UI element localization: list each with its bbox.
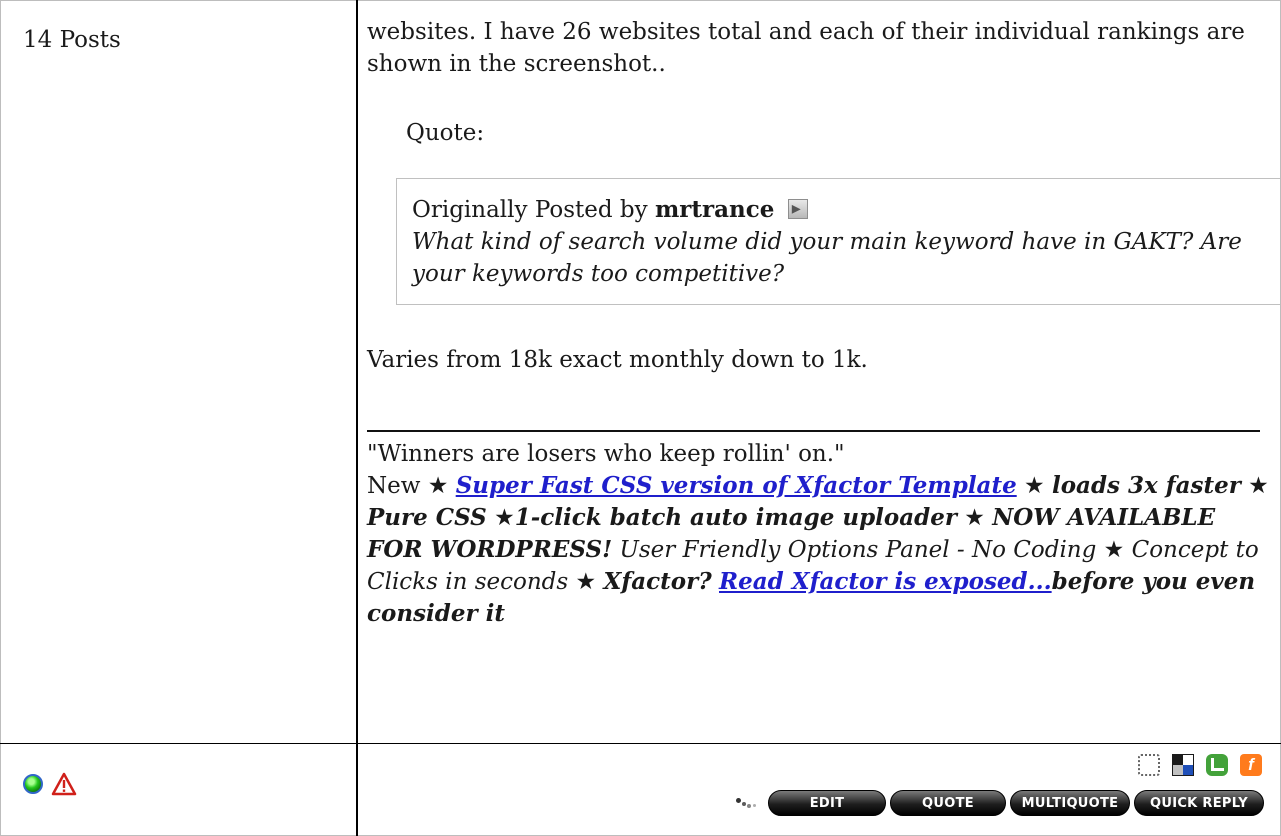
- quote-box: Originally Posted by mrtrance What kind …: [396, 178, 1280, 305]
- post-count: 14 Posts: [23, 27, 121, 53]
- share-icons: f: [1138, 754, 1262, 776]
- post-status-panel: [0, 743, 358, 836]
- post-action-bar: EDIT QUOTE MULTIQUOTE QUICK REPLY: [736, 790, 1264, 816]
- signature-link-template[interactable]: Super Fast CSS version of Xfactor Templa…: [456, 472, 1017, 499]
- post-table: 14 Posts websites. I have 26 websites to…: [0, 0, 1281, 836]
- edit-button[interactable]: EDIT: [768, 790, 886, 816]
- star-icon: ★: [1248, 473, 1269, 499]
- loading-spinner-icon: [736, 796, 760, 810]
- technorati-icon[interactable]: [1206, 754, 1228, 776]
- quick-reply-button[interactable]: QUICK REPLY: [1134, 790, 1264, 816]
- post-body: websites. I have 26 websites total and e…: [356, 0, 1281, 744]
- signature-divider: [367, 430, 1260, 432]
- signature-motto: "Winners are losers who keep rollin' on.…: [367, 441, 845, 467]
- reply-text: Varies from 18k exact monthly down to 1k…: [367, 347, 868, 373]
- signature-text-bold: Xfactor?: [603, 568, 712, 595]
- star-icon: ★: [1024, 473, 1045, 499]
- star-icon: ★: [494, 505, 515, 531]
- signature-text-italic: User Friendly Options Panel - No Coding: [619, 537, 1097, 563]
- signature: "Winners are losers who keep rollin' on.…: [367, 438, 1272, 630]
- signature-new-label: New: [367, 473, 421, 499]
- star-icon: ★: [1103, 537, 1125, 563]
- delicious-icon[interactable]: [1172, 754, 1194, 776]
- quote-author: mrtrance: [654, 196, 775, 223]
- social-bookmark-icon[interactable]: [1138, 754, 1160, 776]
- star-icon: ★: [575, 569, 597, 595]
- signature-link-exposed[interactable]: Read Xfactor is exposed...: [719, 568, 1052, 595]
- online-status-icon: [23, 774, 43, 794]
- user-info-panel: 14 Posts: [0, 0, 358, 744]
- quote-label: Quote:: [406, 120, 485, 146]
- quote-button[interactable]: QUOTE: [890, 790, 1006, 816]
- post-message-text: websites. I have 26 websites total and e…: [367, 19, 1245, 77]
- report-post-icon[interactable]: [51, 772, 77, 796]
- signature-text-bold: loads 3x faster: [1051, 472, 1241, 499]
- status-icons: [23, 772, 356, 796]
- quote-text: What kind of search volume did your main…: [412, 229, 1242, 287]
- multiquote-button[interactable]: MULTIQUOTE: [1010, 790, 1130, 816]
- signature-promo: New ★ Super Fast CSS version of Xfactor …: [367, 470, 1272, 630]
- star-icon: ★: [964, 505, 985, 531]
- post-actions-panel: f EDIT QUOTE MULTIQUOTE QUICK REPLY: [356, 743, 1281, 836]
- view-post-icon[interactable]: [787, 193, 808, 225]
- quote-attribution: Originally Posted by mrtrance: [412, 193, 1264, 226]
- star-icon: ★: [427, 473, 449, 499]
- quote-prefix: Originally Posted by: [412, 197, 648, 223]
- signature-text-bold: 1-click batch auto image uploader: [514, 504, 957, 531]
- signature-text-bold: Pure CSS: [367, 504, 487, 531]
- facebook-icon[interactable]: f: [1240, 754, 1262, 776]
